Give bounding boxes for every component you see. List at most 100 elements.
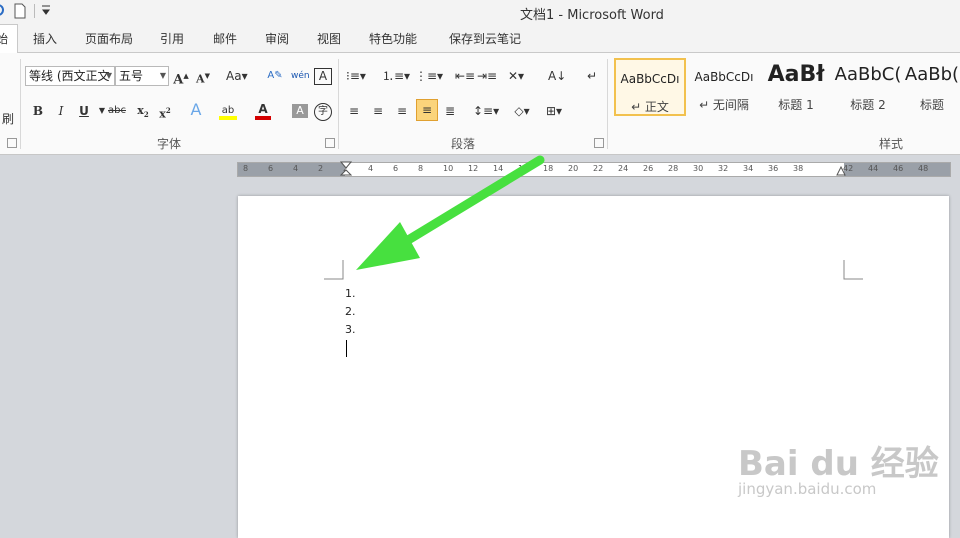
style-heading-1[interactable]: AaBł 标题 1 [760, 58, 832, 116]
line-spacing-button[interactable]: ↕≡▾ [473, 101, 499, 121]
crop-mark-top-right [843, 260, 863, 280]
font-launcher-icon[interactable] [325, 138, 335, 148]
sort-button[interactable]: A↓ [548, 66, 566, 86]
tab-mailings[interactable]: 邮件 [213, 30, 237, 47]
ruler-left-margin [238, 163, 345, 176]
watermark-url: jingyan.baidu.com [738, 480, 877, 498]
right-indent-marker-icon[interactable] [836, 166, 846, 176]
chinese-layout-button[interactable]: ✕▾ [508, 66, 524, 86]
style-name: 标题 2 [850, 98, 886, 112]
chevron-down-icon: ▼ [105, 71, 112, 80]
list-item[interactable]: 2. [345, 305, 356, 318]
tab-view[interactable]: 视图 [317, 30, 341, 47]
character-border-icon[interactable]: A [314, 68, 332, 85]
list-item[interactable]: 1. [345, 287, 356, 300]
tab-save-to-cloud-notes[interactable]: 保存到云笔记 [449, 30, 521, 47]
italic-button[interactable]: I [53, 101, 69, 121]
justify-button[interactable]: ≡ [416, 99, 438, 121]
increase-indent-button[interactable]: ⇥≡ [477, 66, 497, 86]
style-normal[interactable]: AaBbCcDı ↵ 正文 [614, 58, 686, 116]
clear-formatting-icon[interactable]: A✎ [267, 66, 283, 86]
ruler-number: 14 [493, 164, 504, 173]
distributed-button[interactable]: ≣ [442, 101, 458, 121]
underline-button[interactable]: U [76, 101, 92, 121]
clipboard-launcher-icon[interactable] [7, 138, 17, 148]
ruler-number: 30 [693, 164, 704, 173]
font-color-bar [255, 116, 271, 120]
style-sample: AaBł [767, 62, 825, 87]
ruler-number: 20 [568, 164, 579, 173]
tab-page-layout[interactable]: 页面布局 [85, 30, 133, 47]
bold-button[interactable]: B [30, 101, 46, 121]
text-effects-button[interactable]: A [188, 100, 204, 120]
ruler-number: 44 [868, 164, 879, 173]
subscript-button[interactable]: x2 [135, 101, 151, 121]
numbering-button[interactable]: ⒈≡▾ [382, 66, 410, 86]
ruler-number: 32 [718, 164, 729, 173]
ruler-number: 48 [918, 164, 929, 173]
enclose-characters-icon[interactable]: 字 [314, 103, 332, 121]
divider [34, 4, 35, 18]
font-name-value: 等线 (西文正文 [29, 69, 110, 83]
text-cursor [346, 340, 347, 357]
ruler-number: 6 [268, 164, 274, 173]
styles-group-label: 样式 [879, 137, 904, 151]
style-sample: AaBbC( [834, 64, 902, 85]
group-divider [20, 59, 21, 149]
tab-references[interactable]: 引用 [160, 30, 184, 47]
tab-home[interactable]: 始 [0, 24, 18, 53]
tab-insert[interactable]: 插入 [33, 30, 57, 47]
new-document-icon[interactable] [14, 3, 28, 19]
style-no-spacing[interactable]: AaBbCcDı ↵ 无间隔 [688, 58, 760, 116]
group-divider [607, 59, 608, 149]
change-case-button[interactable]: Aa▾ [226, 66, 248, 86]
phonetic-guide-icon[interactable]: wén [291, 66, 310, 86]
highlighter-icon: ab [221, 105, 235, 116]
paragraph-launcher-icon[interactable] [594, 138, 604, 148]
customize-qat-icon[interactable] [41, 3, 55, 19]
strikethrough-button[interactable]: abc [108, 101, 126, 121]
undo-icon[interactable] [0, 3, 8, 19]
group-divider [338, 59, 339, 149]
ribbon-tabs: 始 插入 页面布局 引用 邮件 审阅 视图 特色功能 保存到云笔记 [0, 24, 960, 53]
horizontal-ruler[interactable]: 8 6 4 2 2 4 6 8 10 12 14 16 18 20 22 24 26 28 30 32 34 36 38 42… [237, 161, 951, 178]
multilevel-list-button[interactable]: ⋮≡▾ [415, 66, 443, 86]
ruler-number: 38 [793, 164, 804, 173]
grow-font-button[interactable]: A▲ [173, 66, 189, 87]
ruler-number: 24 [618, 164, 629, 173]
baidu-watermark: Bai du 经验 jingyan.baidu.com [738, 436, 939, 498]
decrease-indent-button[interactable]: ⇤≡ [455, 66, 475, 86]
highlight-color-bar [219, 116, 237, 120]
align-center-button[interactable]: ≡ [370, 101, 386, 121]
shrink-font-button[interactable]: A▼ [195, 66, 211, 86]
list-item[interactable]: 3. [345, 323, 356, 336]
tab-special-features[interactable]: 特色功能 [369, 30, 417, 47]
style-heading-2[interactable]: AaBbC( 标题 2 [832, 58, 904, 116]
font-color-button[interactable]: A [255, 99, 271, 120]
style-name: ↵ 无间隔 [699, 98, 749, 112]
format-painter-button[interactable]: 刷 [0, 109, 16, 129]
character-shading-icon[interactable]: A [292, 104, 308, 118]
highlight-color-button[interactable]: ab [219, 99, 237, 120]
style-sample: AaBbCcDı [694, 70, 754, 84]
show-hide-marks-button[interactable]: ↵ [584, 66, 600, 86]
style-name: ↵ 正文 [631, 100, 669, 114]
crop-mark-top-left [324, 260, 344, 280]
tab-review[interactable]: 审阅 [265, 30, 289, 47]
paragraph-group-label: 段落 [451, 137, 476, 151]
font-name-combo[interactable]: 等线 (西文正文 ▼ [25, 66, 115, 86]
indent-marker-icon[interactable] [340, 161, 352, 178]
ruler-number: 36 [768, 164, 779, 173]
shading-button[interactable]: ◇▾ [514, 101, 530, 121]
ruler-number: 8 [418, 164, 424, 173]
ruler-number: 12 [468, 164, 479, 173]
superscript-button[interactable]: x2 [157, 101, 173, 121]
align-right-button[interactable]: ≡ [394, 101, 410, 121]
ruler-number: 4 [293, 164, 299, 173]
borders-button[interactable]: ⊞▾ [546, 101, 562, 121]
ruler-number: 4 [368, 164, 374, 173]
align-left-button[interactable]: ≡ [346, 101, 362, 121]
font-size-combo[interactable]: 五号 ▼ [115, 66, 169, 86]
style-title[interactable]: AaBb( 标题 [904, 58, 960, 116]
bullets-button[interactable]: ⁝≡▾ [346, 66, 366, 86]
